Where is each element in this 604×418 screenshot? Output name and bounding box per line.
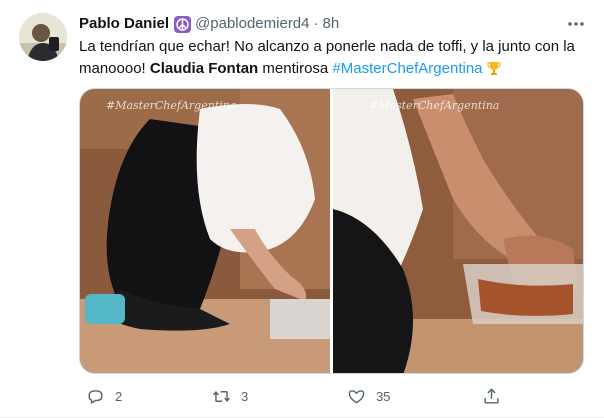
tweet-text-start: manoooo! xyxy=(79,60,146,77)
reply-icon xyxy=(88,389,103,404)
mentioned-name: Claudia Fontan xyxy=(149,60,259,77)
reply-button[interactable]: 2 xyxy=(86,384,122,408)
tweet-timestamp[interactable]: 8h xyxy=(323,14,340,34)
heart-icon xyxy=(348,389,365,404)
tweet-text-line1: La tendrían que echar! No alcanzo a pone… xyxy=(79,38,575,55)
avatar-image xyxy=(19,13,67,61)
share-button[interactable] xyxy=(482,384,501,408)
kneeling-cook-photo xyxy=(80,89,330,373)
watermark-right: #MasterChefArgentina xyxy=(368,99,500,112)
retweet-count: 3 xyxy=(241,388,249,404)
trophy-icon xyxy=(486,60,502,83)
avatar[interactable] xyxy=(19,13,67,61)
tweet-actions: 2 3 35 xyxy=(79,384,584,408)
author-handle[interactable]: @pablodemierd4 xyxy=(195,14,309,34)
reply-count: 2 xyxy=(115,388,123,404)
retweet-icon xyxy=(213,390,230,402)
hands-in-tray-photo xyxy=(332,89,583,373)
tweet-card[interactable]: Pablo Daniel @pablodemierd4 · 8h La tend… xyxy=(0,0,604,418)
peace-emoji-icon xyxy=(174,15,192,33)
tweet-text-middle: mentirosa xyxy=(262,60,329,77)
retweet-button[interactable]: 3 xyxy=(212,384,248,408)
more-options-button[interactable] xyxy=(566,16,586,32)
watermark-left: #MasterChefArgentina xyxy=(106,99,237,112)
like-count: 35 xyxy=(376,388,391,404)
author-display-name[interactable]: Pablo Daniel xyxy=(79,14,169,34)
media-image-right[interactable]: #MasterChefArgentina xyxy=(332,89,583,373)
media-image-left[interactable]: #MasterChefArgentina xyxy=(80,89,330,373)
header-separator: · xyxy=(313,15,319,32)
share-icon xyxy=(484,387,499,404)
like-button[interactable]: 35 xyxy=(347,384,390,408)
tweet-text: La tendrían que echar! No alcanzo a pone… xyxy=(79,36,579,83)
hashtag-link[interactable]: #MasterChefArgentina xyxy=(332,60,482,77)
tweet-header: Pablo Daniel @pablodemierd4 · 8h xyxy=(79,14,339,34)
media-gallery[interactable]: #MasterChefArgentina #MasterChefArgentin… xyxy=(79,88,584,374)
more-dots-icon xyxy=(568,22,584,26)
